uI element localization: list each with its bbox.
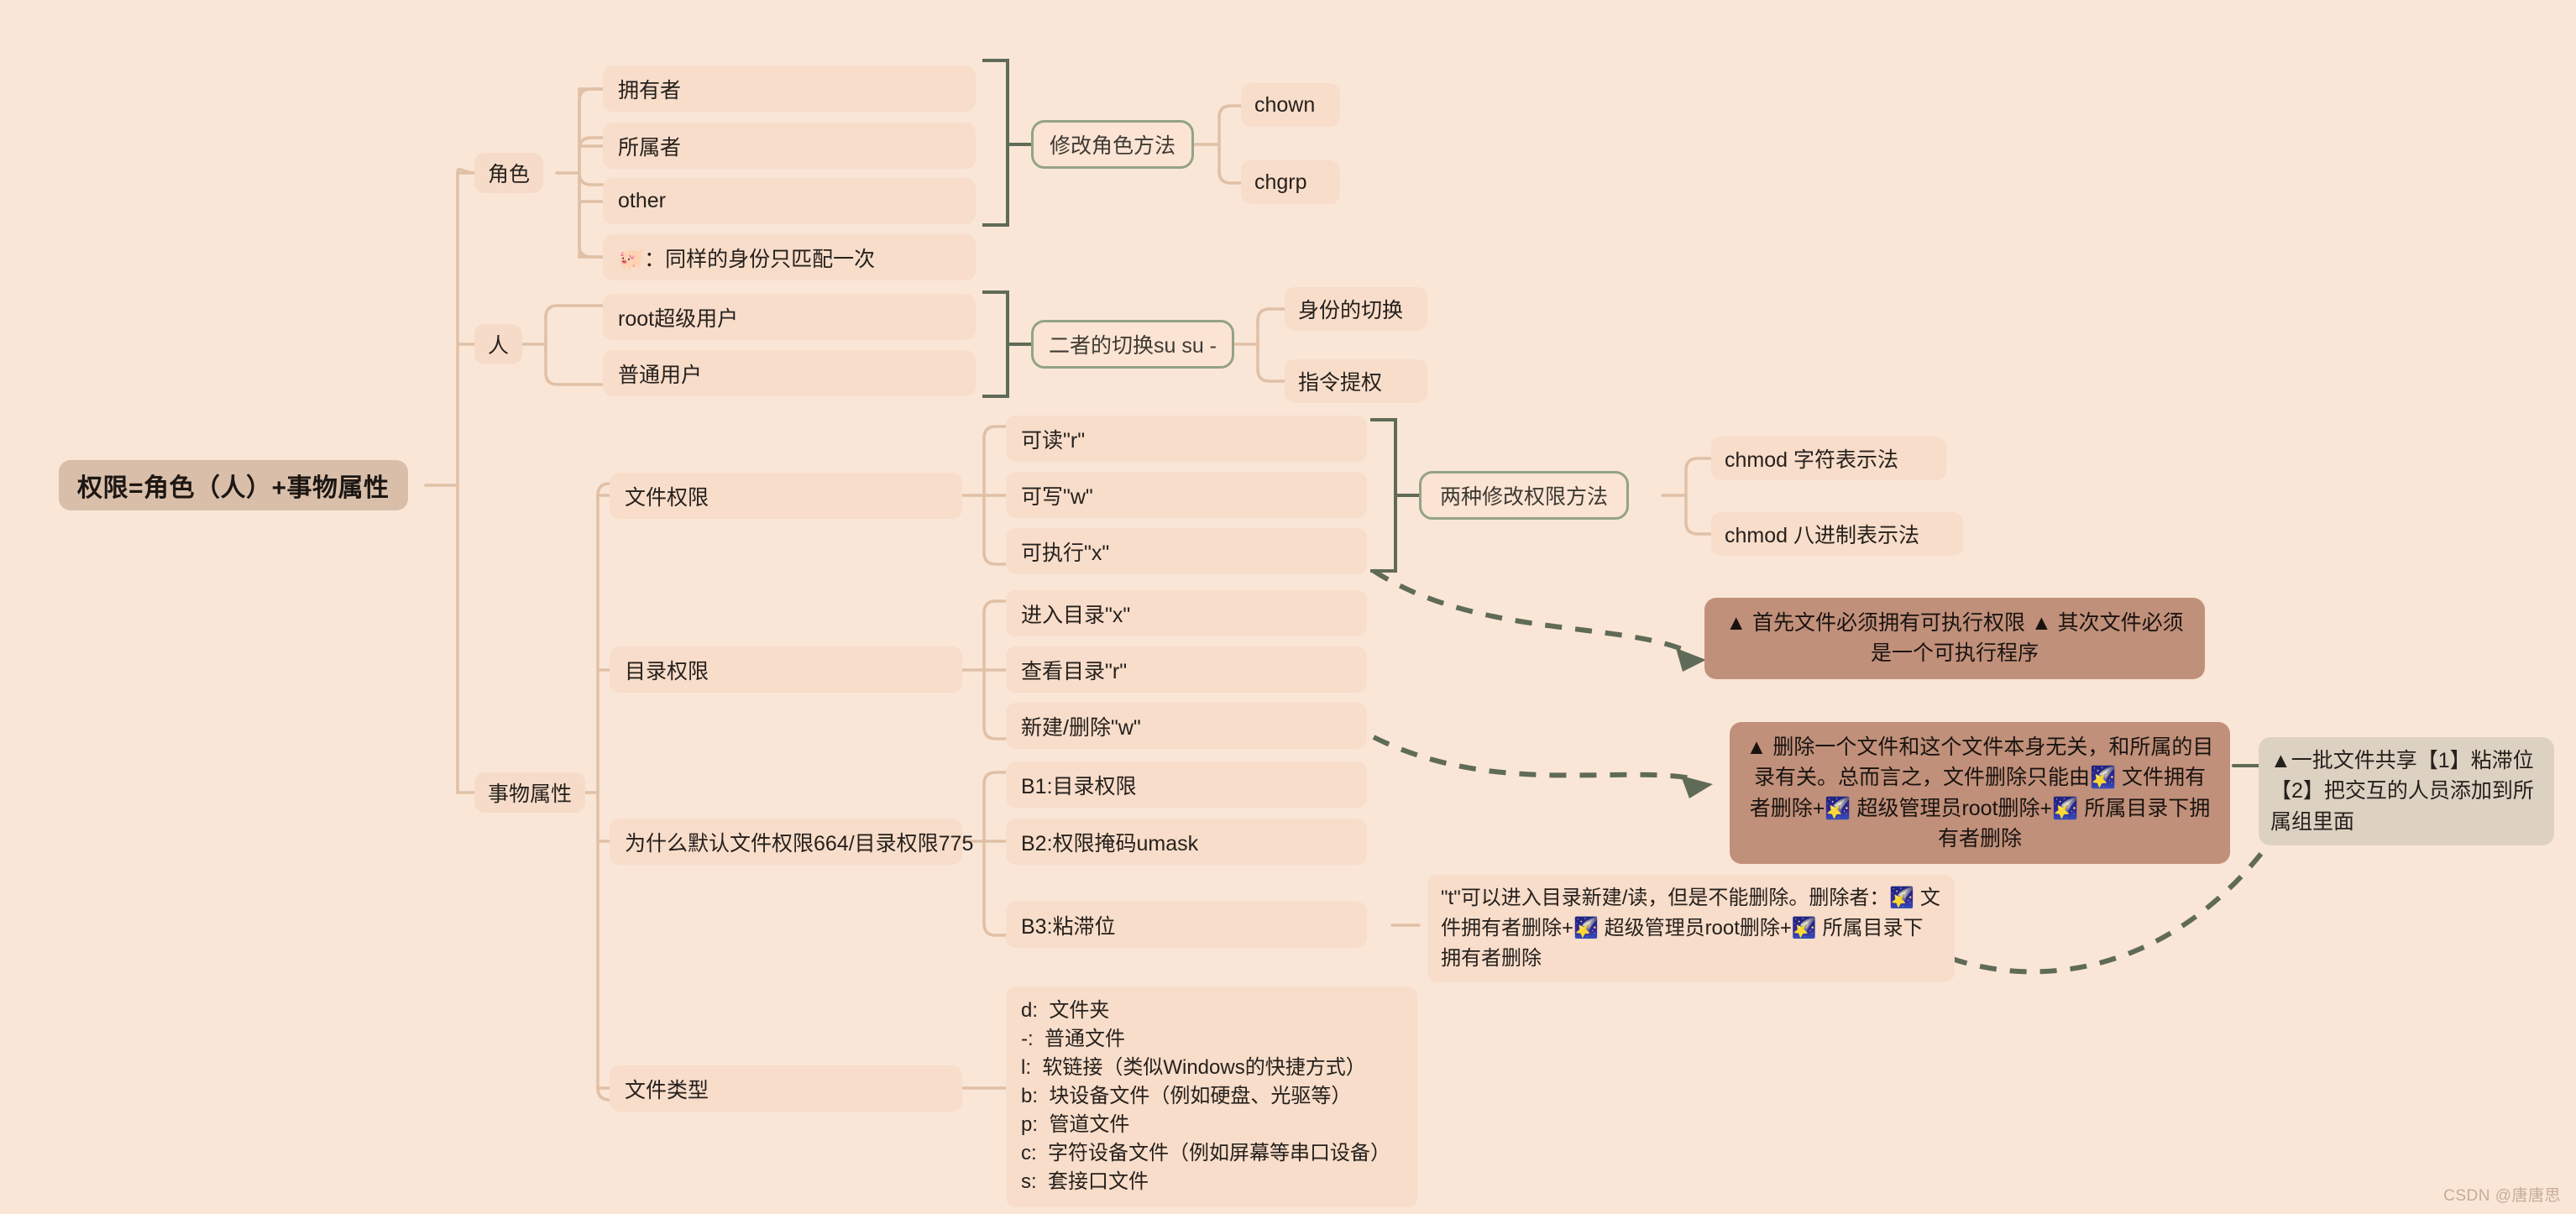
root-node[interactable]: 权限=角色（人）+事物属性: [59, 460, 408, 510]
group-file-types[interactable]: 文件类型: [610, 1065, 962, 1112]
callout-sticky-bit[interactable]: "t"可以进入目录新建/读，但是不能删除。删除者：🌠 文件拥有者删除+🌠 超级管…: [1427, 875, 1955, 982]
branch-role[interactable]: 角色: [474, 153, 544, 193]
person-item-normal[interactable]: 普通用户: [603, 350, 976, 396]
branch-person[interactable]: 人: [474, 324, 523, 364]
directory-permission-list[interactable]: 查看目录"r": [1006, 646, 1367, 693]
person-item-root[interactable]: root超级用户: [603, 294, 976, 340]
branch-attributes[interactable]: 事物属性: [474, 772, 586, 813]
callout-file-sharing[interactable]: ▲一批文件共享【1】粘滞位【2】把交互的人员添加到所属组里面: [2259, 737, 2554, 845]
person-switch-method[interactable]: 二者的切换su su -: [1031, 320, 1234, 369]
group-directory-permission[interactable]: 目录权限: [610, 646, 962, 693]
directory-permission-enter[interactable]: 进入目录"x": [1006, 590, 1367, 636]
watermark: CSDN @唐唐思: [2443, 1187, 2561, 1205]
role-change-method[interactable]: 修改角色方法: [1031, 120, 1194, 169]
role-method-chgrp[interactable]: chgrp: [1241, 160, 1340, 204]
directory-permission-create-delete[interactable]: 新建/删除"w": [1006, 703, 1367, 749]
group-default-permissions[interactable]: 为什么默认文件权限664/目录权限775: [610, 819, 973, 865]
file-permission-read[interactable]: 可读"r": [1006, 416, 1367, 462]
callout-delete-rules[interactable]: ▲ 删除一个文件和这个文件本身无关，和所属的目录有关。总而言之，文件删除只能由🌠…: [1730, 722, 2230, 864]
file-permission-execute[interactable]: 可执行"x": [1006, 528, 1367, 574]
role-method-chown[interactable]: chown: [1241, 83, 1340, 127]
default-perm-b1[interactable]: B1:目录权限: [1006, 761, 1367, 808]
permission-change-methods[interactable]: 两种修改权限方法: [1419, 471, 1629, 520]
group-file-permission[interactable]: 文件权限: [610, 473, 962, 519]
file-permission-write[interactable]: 可写"w": [1006, 472, 1367, 518]
default-perm-b2[interactable]: B2:权限掩码umask: [1006, 819, 1367, 865]
chmod-octal[interactable]: chmod 八进制表示法: [1711, 512, 1963, 556]
mindmap-canvas: 权限=角色（人）+事物属性 角色 拥有者 所属者 other 🐖：同样的身份只匹…: [0, 0, 2576, 1214]
role-item-other[interactable]: other: [603, 178, 976, 224]
chmod-symbolic[interactable]: chmod 字符表示法: [1711, 437, 1946, 480]
role-note[interactable]: 🐖：同样的身份只匹配一次: [603, 234, 976, 280]
person-method-identity-switch[interactable]: 身份的切换: [1285, 287, 1427, 331]
default-perm-b3[interactable]: B3:粘滞位: [1006, 902, 1367, 948]
role-item-group[interactable]: 所属者: [603, 123, 976, 169]
role-item-owner[interactable]: 拥有者: [603, 65, 976, 112]
callout-executable-requirements[interactable]: ▲ 首先文件必须拥有可执行权限 ▲ 其次文件必须是一个可执行程序: [1704, 598, 2205, 679]
person-method-sudo[interactable]: 指令提权: [1285, 359, 1427, 403]
file-type-list[interactable]: d: 文件夹 -: 普通文件 l: 软链接（类似Windows的快捷方式） b:…: [1006, 986, 1417, 1207]
